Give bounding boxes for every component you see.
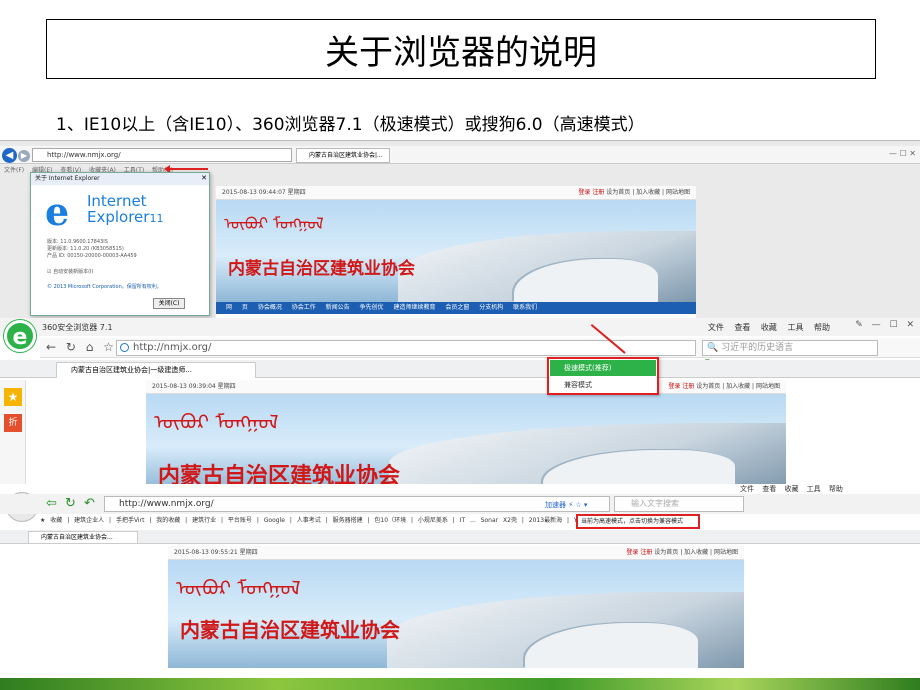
360-titlebar: 360安全浏览器 7.1 文件 查看 收藏 工具 帮助 ✎ — ☐ ✕ <box>0 318 920 336</box>
back-icon[interactable]: ◀ <box>2 148 17 163</box>
ie-brand-line1: Internet <box>87 192 147 210</box>
login-link[interactable]: 登录 <box>578 189 590 196</box>
site-nav[interactable]: 网 页 协会概况 协会工作 新闻公告 争先创优 建造师继续教育 会员之窗 分支机… <box>216 302 696 314</box>
mode-popup: 极速模式(推荐) 兼容模式 <box>547 357 659 395</box>
compat-mode-option[interactable]: 兼容模式 <box>550 377 656 393</box>
360-nav-bar: ← ↻ ⌂ ☆ http://nmjx.org/ ⚡ ▾ 🔍 习近平的历史语言 <box>40 338 920 367</box>
site-name: 内蒙古自治区建筑业协会 <box>228 259 415 279</box>
nav-buttons-icon[interactable]: ⇦ ↻ ↶ <box>46 496 95 511</box>
sogou-address: http://www.nmjx.org/ <box>119 499 214 509</box>
forward-icon[interactable]: ▶ <box>18 150 30 162</box>
sogou-favorites-bar[interactable]: ★ 收藏 | 建筑企业人 | 手把手Virt | 我的收藏 | 建筑行业 | 平… <box>40 514 920 528</box>
slide-subtitle: 1、IE10以上（含IE10）、360浏览器7.1（极速模式）或搜狗6.0（高速… <box>56 115 645 135</box>
360-logo-icon: e <box>4 320 36 352</box>
speed-label: 加速器 <box>545 501 566 509</box>
sogou-nav-bar: ⇦ ↻ ↶ http://www.nmjx.org/ 加速器 ⚡ ☆ ▾ 输入文… <box>0 494 920 514</box>
site-top-links: 登录 注册 设为首页 | 加入收藏 | 网站地图 <box>626 549 738 556</box>
360-tab[interactable]: 内蒙古自治区建筑业协会|一级建造师... <box>56 362 256 378</box>
360-sidebar: ★ 折 <box>0 380 26 490</box>
sogou-menu[interactable]: 文件 查看 收藏 工具 帮助 <box>740 484 843 494</box>
site-preview-ie: 2015-08-13 09:44:07 星期四 登录 注册 设为首页 | 加入收… <box>216 186 696 318</box>
login-link[interactable]: 登录 <box>668 383 680 390</box>
site-banner: ᠥᠪᠦᠷ ᠮᠣᠩᠭᠣᠯ 内蒙古自治区建筑业协会 <box>216 200 696 302</box>
auto-update-label: 自动安装新版本(I) <box>53 269 94 275</box>
fast-mode-option[interactable]: 极速模式(推荐) <box>550 360 656 376</box>
slide: 关于浏览器的说明 1、IE10以上（含IE10）、360浏览器7.1（极速模式）… <box>0 0 920 690</box>
star-icon[interactable]: ★ <box>4 388 22 406</box>
close-icon[interactable]: ✕ <box>201 174 207 182</box>
site-banner: ᠥᠪᠦᠷ ᠮᠣᠩᠭᠣᠯ 内蒙古自治区建筑业协会 <box>168 560 744 668</box>
favorite-link[interactable]: 加入收藏 <box>726 383 750 390</box>
site-top-links: 登录 注册 设为首页 | 加入收藏 | 网站地图 <box>578 189 690 196</box>
ie-toolbar: ◀ ▶ http://www.nmjx.org/ 内蒙古自治区建筑业协会|...… <box>0 146 920 164</box>
login-link[interactable]: 登录 <box>626 549 638 556</box>
360-search-input[interactable]: 🔍 习近平的历史语言 <box>702 340 878 356</box>
footer-decoration <box>0 678 920 690</box>
360-search-placeholder: 习近平的历史语言 <box>721 343 794 353</box>
360-menu[interactable]: 文件 查看 收藏 工具 帮助 <box>708 322 830 333</box>
discount-icon[interactable]: 折 <box>4 414 22 432</box>
site-top-links: 登录 注册 设为首页 | 加入收藏 | 网站地图 <box>668 383 780 390</box>
homepage-link[interactable]: 设为首页 <box>654 549 678 556</box>
window-controls-icon[interactable]: — ☐ ✕ <box>889 149 916 158</box>
ie-brand-line2: Explorer <box>87 208 150 226</box>
mongol-script-logo: ᠥᠪᠦᠷ ᠮᠣᠩᠭᠣᠯ <box>154 410 279 434</box>
360-tab-bar: 内蒙古自治区建筑业协会|一级建造师... <box>0 360 920 378</box>
ie-update-version: 更新版本: 11.0.20 (KB3058515) <box>47 246 124 252</box>
copyright-link[interactable]: © 2013 Microsoft Corporation。保留所有权利。 <box>47 283 162 290</box>
homepage-link[interactable]: 设为首页 <box>606 189 630 196</box>
sogou-address-bar[interactable]: http://www.nmjx.org/ 加速器 ⚡ ☆ ▾ <box>104 496 610 512</box>
360-browser-screenshot: 360安全浏览器 7.1 文件 查看 收藏 工具 帮助 ✎ — ☐ ✕ e ← … <box>0 318 920 490</box>
window-controls-icon[interactable]: ✎ — ☐ ✕ <box>855 320 914 330</box>
sogou-speed-label[interactable]: 加速器 ⚡ ☆ ▾ <box>545 498 587 512</box>
nav-buttons-icon[interactable]: ← ↻ ⌂ ☆ <box>46 340 114 354</box>
slide-title: 关于浏览器的说明 <box>46 19 876 79</box>
site-name: 内蒙古自治区建筑业协会 <box>180 618 400 642</box>
about-ie-dialog: 关于 Internet Explorer ✕ e Internet Explor… <box>30 172 210 316</box>
ie-product-id: 产品 ID: 00150-20000-00003-AA459 <box>47 253 137 259</box>
register-link[interactable]: 注册 <box>592 189 604 196</box>
mode-tooltip: 当前为高速模式，点击切换为兼容模式 <box>576 514 700 529</box>
ie-brand: Internet Explorer11 <box>87 193 163 227</box>
ie-logo-icon: e <box>45 189 70 234</box>
site-preview-360: 2015-08-13 09:39:04 星期四 登录 注册 设为首页 | 加入收… <box>146 380 786 490</box>
360-address: http://nmjx.org/ <box>133 342 212 353</box>
ie-address-bar[interactable]: http://www.nmjx.org/ <box>32 148 292 162</box>
register-link[interactable]: 注册 <box>682 383 694 390</box>
favorite-link[interactable]: 加入收藏 <box>684 549 708 556</box>
dialog-title: 关于 Internet Explorer <box>31 173 209 185</box>
dialog-info: 版本: 11.0.9600.17843IS 更新版本: 11.0.20 (KB3… <box>47 239 137 260</box>
arrow-icon <box>164 165 208 173</box>
360-title: 360安全浏览器 7.1 <box>42 323 113 332</box>
mongol-script-logo: ᠥᠪᠦᠷ ᠮᠣᠩᠭᠣᠯ <box>176 576 301 600</box>
sitemap-link[interactable]: 网站地图 <box>666 189 690 196</box>
globe-icon <box>120 343 129 352</box>
site-preview-sogou: 2015-08-13 09:55:21 星期四 登录 注册 设为首页 | 加入收… <box>168 546 744 690</box>
favorite-link[interactable]: 加入收藏 <box>636 189 660 196</box>
sogou-tab-bar: 内蒙古自治区建筑业协会... <box>0 530 920 544</box>
sitemap-link[interactable]: 网站地图 <box>756 383 780 390</box>
register-link[interactable]: 注册 <box>640 549 652 556</box>
sitemap-link[interactable]: 网站地图 <box>714 549 738 556</box>
sogou-browser-screenshot: 文件 查看 收藏 工具 帮助 🐾 ⇦ ↻ ↶ http://www.nmjx.o… <box>0 484 920 690</box>
sogou-tab[interactable]: 内蒙古自治区建筑业协会... <box>28 531 138 544</box>
auto-update-checkbox[interactable]: ☑ 自动安装新版本(I) <box>47 268 93 275</box>
ie-brand-version: 11 <box>149 212 164 225</box>
360-address-bar[interactable]: http://nmjx.org/ ⚡ ▾ <box>116 340 711 367</box>
site-banner: ᠥᠪᠦᠷ ᠮᠣᠩᠭᠣᠯ 内蒙古自治区建筑业协会 <box>146 394 786 490</box>
sogou-search-input[interactable]: 输入文字搜索 <box>614 496 744 512</box>
homepage-link[interactable]: 设为首页 <box>696 383 720 390</box>
ie-version: 版本: 11.0.9600.17843IS <box>47 239 108 245</box>
close-button[interactable]: 关闭(C) <box>153 298 185 309</box>
ie-tab[interactable]: 内蒙古自治区建筑业协会|... <box>296 148 390 163</box>
mongol-script-logo: ᠥᠪᠦᠷ ᠮᠣᠩᠭᠣᠯ <box>224 214 324 233</box>
